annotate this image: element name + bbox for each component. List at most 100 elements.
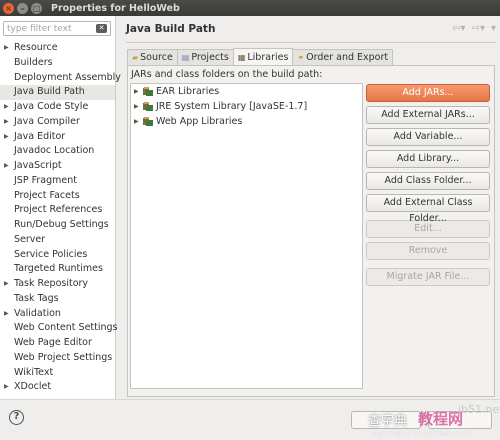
sidebar-item[interactable]: Run/Debug Settings [0,218,115,233]
migrate-jar-button[interactable]: Migrate JAR File... [366,268,490,286]
sidebar-item[interactable]: Targeted Runtimes [0,262,115,277]
sidebar-item-label: Java Build Path [14,86,85,98]
page-navigation: ⇦▾ ⇨▾ ▾ [452,23,496,34]
remove-button[interactable]: Remove [366,242,490,260]
tab-projects-label: Projects [191,52,229,63]
sidebar-item-label: JSP Fragment [14,174,77,186]
tab-order-export-label: Order and Export [306,52,389,63]
help-icon[interactable]: ? [9,410,24,425]
add-jars-button[interactable]: Add JARs... [366,84,490,102]
sidebar-item-label: Web Page Editor [14,337,92,348]
library-icon [143,87,153,96]
clear-filter-icon[interactable]: ✕ [96,24,107,33]
sidebar-item[interactable]: Project References [0,203,115,218]
expand-arrow-icon[interactable]: ▶ [4,159,9,174]
sidebar-item-label: Resource [14,42,58,53]
add-library-button[interactable]: Add Library... [366,150,490,168]
tab-libraries[interactable]: ▦ Libraries [232,48,294,65]
sidebar-item[interactable]: Javadoc Location [0,144,115,159]
library-entry-label: Web App Libraries [156,116,243,127]
sidebar-item[interactable]: Java Build Path [0,85,115,100]
properties-sidebar: ✕ ▶ Resource Builders Deployment Assembly Ja… [0,16,121,414]
library-entry-jre[interactable]: ▶ JRE System Library [JavaSE-1.7] [131,99,362,114]
filter-box: ✕ [3,21,111,36]
sidebar-item[interactable]: Web Page Editor [0,336,115,351]
sidebar-item[interactable]: ▶ JavaScript [0,159,115,174]
tab-libraries-label: Libraries [247,51,289,63]
library-icon [143,102,153,111]
expand-arrow-icon[interactable]: ▶ [4,115,9,130]
library-icon [143,117,153,126]
expand-arrow-icon[interactable]: ▶ [4,41,9,56]
sidebar-item[interactable]: Server [0,233,115,248]
watermark-url: jiaocheng.chazidian.com [372,429,472,438]
sidebar-item[interactable]: JSP Fragment [0,174,115,189]
expand-arrow-icon[interactable]: ▶ [4,380,9,395]
expand-arrow-icon[interactable]: ▶ [4,277,9,292]
sidebar-item[interactable]: ▶ Java Code Style [0,100,115,115]
expand-arrow-icon[interactable]: ▶ [4,100,9,115]
sidebar-item[interactable]: ▶ Java Compiler [0,115,115,130]
add-variable-button[interactable]: Add Variable... [366,128,490,146]
edit-button[interactable]: Edit... [366,220,490,238]
view-menu-icon[interactable]: ▾ [491,23,496,34]
add-class-folder-button[interactable]: Add Class Folder... [366,172,490,190]
sidebar-item[interactable]: ▶ Java Editor [0,130,115,145]
sidebar-item[interactable]: Service Policies [0,248,115,263]
expand-arrow-icon[interactable]: ▶ [134,114,143,129]
expand-arrow-icon[interactable]: ▶ [134,99,143,114]
sidebar-item-label: Task Tags [14,292,59,304]
sidebar-item-label: Validation [14,307,61,319]
sidebar-item[interactable]: Web Content Settings [0,321,118,336]
sidebar-item-label: XDoclet [14,381,52,393]
close-window-button[interactable]: × [3,2,14,14]
library-entry-label: JRE System Library [JavaSE-1.7] [156,101,308,112]
minimize-window-button[interactable]: – [17,2,28,14]
sidebar-item[interactable]: ▶ Validation [0,307,115,322]
window-controls: × – □ [3,2,45,14]
expand-arrow-icon[interactable]: ▶ [4,307,9,322]
build-path-tree[interactable]: ▶ EAR Libraries ▶ JRE System Library [Ja… [130,83,363,389]
expand-arrow-icon[interactable]: ▶ [134,84,143,99]
projects-icon: ▤ [181,53,190,62]
sidebar-item[interactable]: WikiText [0,366,115,381]
sidebar-item[interactable]: Task Tags [0,292,115,307]
cancel-button[interactable] [351,411,421,429]
library-buttons: Add JARs... Add External JARs... Add Var… [366,84,492,290]
add-external-class-folder-button[interactable]: Add External Class Folder... [366,194,490,224]
sidebar-item[interactable]: Web Project Settings [0,351,115,366]
maximize-window-button[interactable]: □ [31,2,42,14]
expand-arrow-icon[interactable]: ▶ [4,130,9,145]
sidebar-item[interactable]: Deployment Assembly [0,71,121,86]
filter-input[interactable] [4,22,94,35]
sidebar-item[interactable]: ▶ Resource [0,41,115,56]
library-entry-ear[interactable]: ▶ EAR Libraries [131,84,362,99]
title-divider [126,42,496,43]
sidebar-item[interactable]: ▶ XDoclet [0,380,115,395]
page-title: Java Build Path [126,23,216,35]
sidebar-item-label: Web Content Settings [14,322,118,334]
sidebar-item-label: Javadoc Location [14,145,95,157]
sidebar-item[interactable]: Project Facets [0,189,115,204]
sidebar-item-label: Run/Debug Settings [14,219,109,230]
window-titlebar: × – □ Properties for HelloWeb [0,0,500,16]
tab-order-export[interactable]: ⚭ Order and Export [292,49,394,65]
back-arrow-icon[interactable]: ⇦▾ [452,23,465,34]
build-path-tabs: ▰ Source ▤ Projects ▦ Libraries ⚭ Order … [127,48,394,65]
library-entry-webapp[interactable]: ▶ Web App Libraries [131,114,362,129]
sidebar-item-label: Targeted Runtimes [14,263,103,275]
sidebar-item-label: JavaScript [14,160,62,171]
add-external-jars-button[interactable]: Add External JARs... [366,106,490,124]
sidebar-item-label: WikiText [14,366,54,378]
tab-source[interactable]: ▰ Source [127,49,178,65]
sidebar-item-label: Web Project Settings [14,351,113,363]
ok-button[interactable] [428,411,492,429]
libraries-icon: ▦ [237,52,246,62]
forward-arrow-icon[interactable]: ⇨▾ [472,23,485,34]
source-folder-icon: ▰ [132,53,139,62]
sidebar-item-label: Builders [14,56,53,68]
sidebar-item[interactable]: Builders [0,56,115,71]
tab-projects[interactable]: ▤ Projects [176,49,234,65]
library-entry-label: EAR Libraries [156,86,220,97]
sidebar-item[interactable]: ▶ Task Repository [0,277,115,292]
